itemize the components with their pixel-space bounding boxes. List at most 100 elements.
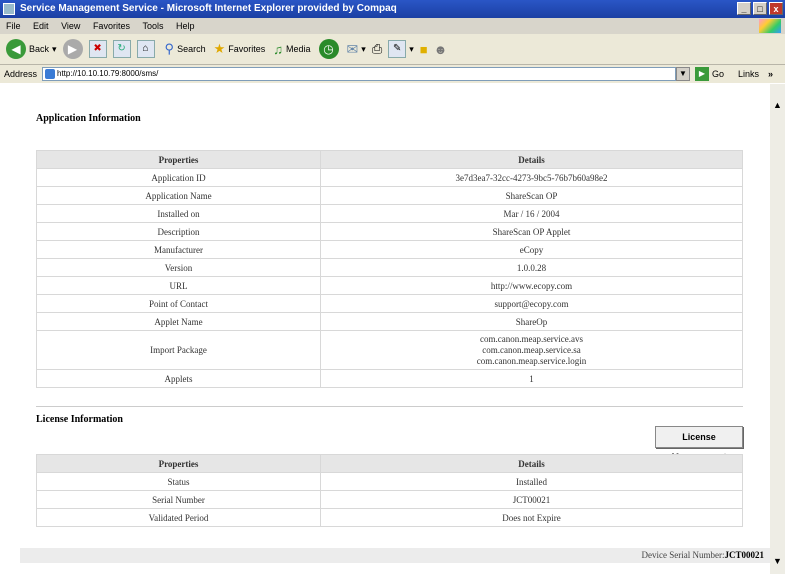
star-icon: ★ [213,41,226,56]
properties-header: Properties [36,454,321,473]
application-info-table: Properties Details Application ID 3e7d3ea… [36,150,743,388]
detail-cell: 3e7d3ea7-32cc-4273-9bc5-76b7b60a98e2 [320,168,743,187]
forward-arrow-icon: ▶ [62,39,83,59]
detail-cell: eCopy [320,240,743,259]
history-button[interactable]: ◷ [318,39,339,59]
table-row: Import Package com.canon.meap.service.avs… [36,330,743,370]
home-button[interactable]: ⌂ [136,40,155,58]
details-header: Details [320,454,743,473]
address-dropdown-button[interactable]: ▼ [676,67,690,81]
scrollbar-thumb[interactable] [771,234,784,314]
detail-cell: Installed [320,472,743,491]
dropdown-arrow-icon: ▾ [409,43,414,54]
dropdown-arrow-icon: ▾ [361,43,366,54]
device-serial-footer: Device Serial Number:JCT00021 [20,548,770,563]
menu-help[interactable]: Help [176,21,195,31]
home-icon: ⌂ [136,40,155,58]
detail-cell: 1 [320,369,743,388]
property-cell: Application Name [36,186,321,205]
table-row: Point of Contact support@ecopy.com [36,294,743,313]
scroll-up-arrow-icon[interactable]: ▲ [771,98,784,112]
back-button[interactable]: ◀ Back ▾ [6,39,57,59]
device-serial-label: Device Serial Number: [641,550,725,560]
table-header-row: Properties Details [36,454,743,473]
go-button[interactable]: Go [712,65,724,83]
minimize-button[interactable]: _ [737,2,751,15]
property-cell: Description [36,222,321,241]
address-input[interactable]: http://10.10.10.79:8000/sms/ [42,67,676,81]
print-button[interactable]: ⎙ [372,41,382,57]
folder-button[interactable]: ■ [420,42,428,57]
chevron-more-icon[interactable]: » [768,65,773,83]
menu-edit[interactable]: Edit [33,21,49,31]
property-cell: Point of Contact [36,294,321,313]
folder-icon: ■ [419,41,428,57]
media-label: Media [286,44,311,54]
property-cell: Application ID [36,168,321,187]
table-row: Manufacturer eCopy [36,240,743,259]
menu-tools[interactable]: Tools [142,21,163,31]
table-row: Applets 1 [36,369,743,388]
license-information-heading: License Information [36,414,123,425]
search-button[interactable]: ⚲ Search [165,41,206,57]
property-cell: Import Package [36,330,321,370]
search-icon: ⚲ [164,41,175,56]
table-row: Description ShareScan OP Applet [36,222,743,241]
page-content: Application Information Properties Detai… [0,84,770,574]
messenger-button[interactable]: ☻ [434,42,448,57]
menu-view[interactable]: View [61,21,80,31]
menu-bar: File Edit View Favorites Tools Help [0,18,785,34]
detail-cell: 1.0.0.28 [320,258,743,277]
table-row: Status Installed [36,472,743,491]
mail-icon: ✉ [346,40,359,57]
favorites-button[interactable]: ★ Favorites [214,41,266,57]
detail-cell: Does not Expire [320,508,743,527]
table-row: Application Name ShareScan OP [36,186,743,205]
refresh-button[interactable]: ↻ [112,40,131,58]
vertical-scrollbar[interactable]: ▲ ▼ [770,84,785,574]
detail-cell: http://www.ecopy.com [320,276,743,295]
device-serial-value: JCT00021 [724,550,764,560]
table-row: Version 1.0.0.28 [36,258,743,277]
detail-cell: com.canon.meap.service.avs com.canon.mea… [320,330,743,370]
forward-button[interactable]: ▶ [62,39,83,59]
stop-icon: ✖ [88,40,107,58]
history-icon: ◷ [318,39,339,59]
favorites-label: Favorites [228,44,266,54]
application-information-heading: Application Information [36,113,141,124]
address-bar: Address http://10.10.10.79:8000/sms/ ▼ ▶… [0,65,785,83]
page-icon [45,69,55,79]
section-divider [36,406,743,407]
detail-cell: ShareOp [320,312,743,331]
maximize-button[interactable]: □ [753,2,767,15]
media-icon: ♫ [273,41,284,57]
ie-app-icon [3,3,15,15]
properties-header: Properties [36,150,321,169]
detail-cell: ShareScan OP Applet [320,222,743,241]
menu-file[interactable]: File [6,21,21,31]
refresh-icon: ↻ [112,40,131,58]
media-button[interactable]: ♫ Media [273,42,310,57]
mail-button[interactable]: ✉ ▾ [347,41,366,58]
property-cell: Applets [36,369,321,388]
print-icon: ⎙ [371,41,383,56]
go-arrow-icon[interactable]: ▶ [695,67,709,81]
table-row: Application ID 3e7d3ea7-32cc-4273-9bc5-76… [36,168,743,187]
scroll-down-arrow-icon[interactable]: ▼ [771,554,784,568]
table-row: URL http://www.ecopy.com [36,276,743,295]
search-label: Search [177,44,206,54]
close-button[interactable]: x [769,2,783,15]
table-header-row: Properties Details [36,150,743,169]
stop-button[interactable]: ✖ [88,40,107,58]
back-arrow-icon: ◀ [6,39,26,59]
edit-button[interactable]: ✎ ▾ [388,40,414,58]
window-controls: _ □ x [737,2,783,15]
edit-icon: ✎ [388,40,407,58]
window-title: Service Management Service - Microsoft I… [20,3,397,14]
menu-favorites[interactable]: Favorites [93,21,130,31]
property-cell: Version [36,258,321,277]
links-button[interactable]: Links [738,65,759,83]
property-cell: Manufacturer [36,240,321,259]
license-management-button[interactable]: License Management [655,426,743,462]
property-cell: Status [36,472,321,491]
